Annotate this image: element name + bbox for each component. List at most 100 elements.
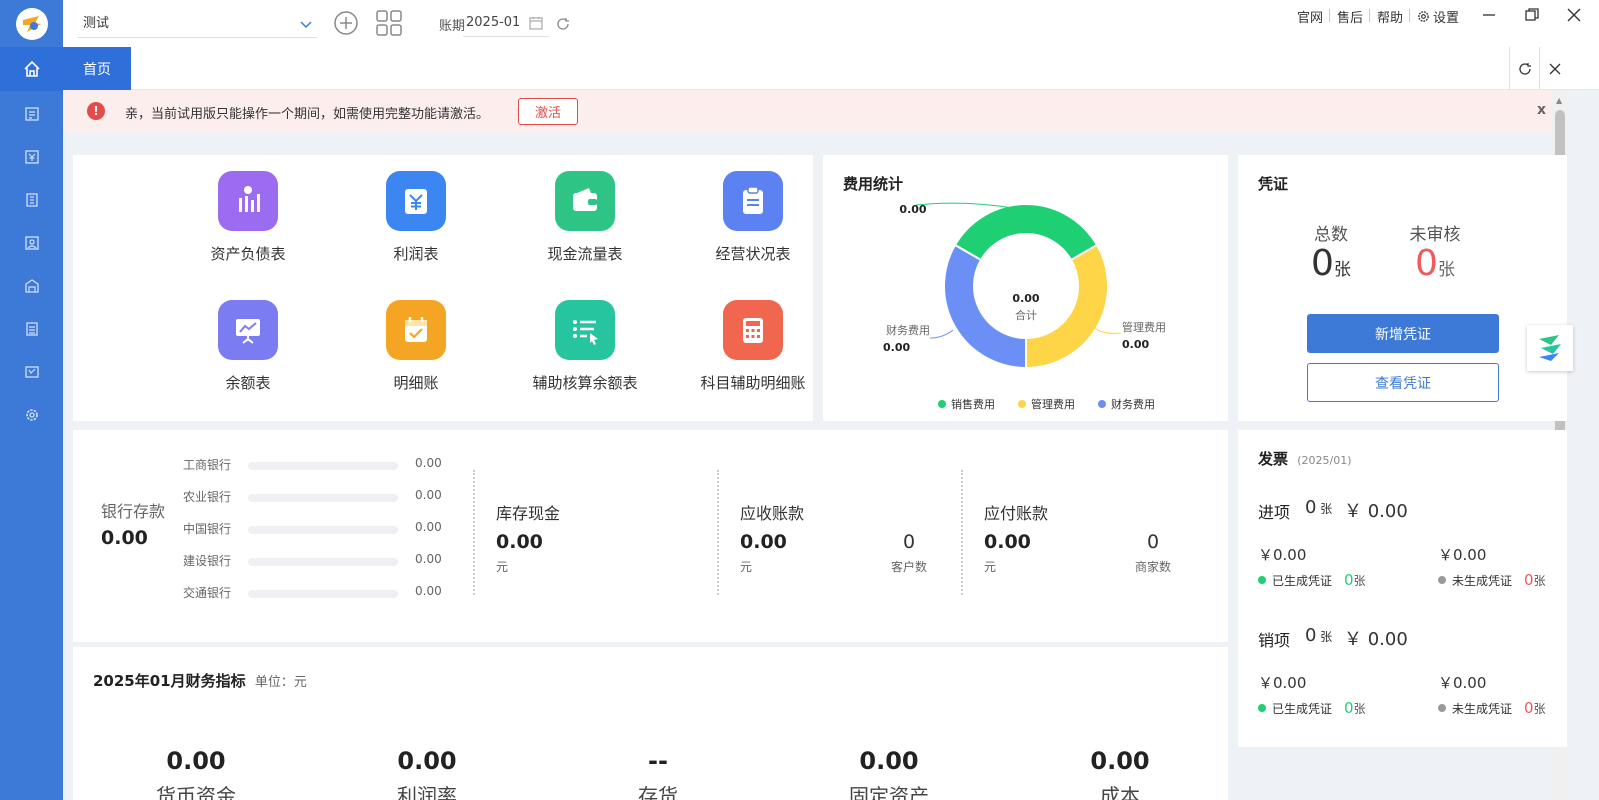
sidebar-item-payroll[interactable] <box>0 221 63 265</box>
output-generated-status: 已生成凭证 0张 <box>1258 699 1366 717</box>
output-invoice-amount: ￥ 0.00 <box>1344 629 1408 650</box>
sidebar-item-home[interactable] <box>0 47 63 91</box>
bank-deposit-label: 银行存款 <box>101 502 166 521</box>
indicator-value: -- <box>648 747 668 775</box>
indicator-item: 0.00 利润率 <box>327 747 527 800</box>
calendar-check-icon <box>386 300 446 360</box>
leader-line-sales <box>915 202 1014 209</box>
link-help[interactable]: 帮助 <box>1377 7 1403 26</box>
status-dot <box>1438 576 1446 584</box>
bank-value: 0.00 <box>415 584 442 598</box>
top-bar: 测试 账期 2025-01 官网 售后 帮助 设置 <box>63 0 1599 47</box>
report-operation-status[interactable]: 经营状况表 <box>678 171 828 264</box>
merchant-count: 0 <box>1146 531 1160 553</box>
link-separator <box>1369 9 1370 22</box>
scroll-up-icon[interactable]: ▲ <box>1556 96 1562 105</box>
voucher-panel: 凭证 总数 0张 未审核 0张 新增凭证 查看凭证 <box>1238 155 1567 421</box>
close-tab-button[interactable] <box>1539 47 1569 90</box>
output-pending-amount: ￥0.00 <box>1438 674 1487 692</box>
legend-label-sales[interactable]: 销售费用 <box>951 397 995 411</box>
indicator-value: 0.00 <box>397 747 457 775</box>
report-income-statement[interactable]: 利润表 <box>341 171 491 264</box>
legend-swatch-admin <box>1018 400 1026 408</box>
bank-name: 工商银行 <box>183 458 232 472</box>
input-generated-amount: ￥0.00 <box>1258 546 1307 564</box>
slice-name-finance: 财务费用 <box>886 323 930 337</box>
settings-label: 设置 <box>1433 11 1460 26</box>
report-aux-detail[interactable]: 科目辅助明细账 <box>678 300 828 393</box>
period-label: 账期 <box>439 19 466 34</box>
report-aux-balance[interactable]: 辅助核算余额表 <box>510 300 660 393</box>
bank-name: 中国银行 <box>183 522 232 536</box>
report-cash-flow[interactable]: 现金流量表 <box>510 171 660 264</box>
donut-center-value: 0.00 <box>1012 292 1039 305</box>
donut-slice-2[interactable] <box>1025 243 1109 370</box>
bank-name: 交通银行 <box>183 586 232 600</box>
sidebar-item-reports[interactable] <box>0 307 63 351</box>
sidebar-item-inventory[interactable] <box>0 264 63 308</box>
input-pending-status: 未生成凭证 0张 <box>1438 571 1546 589</box>
yen-icon <box>24 150 39 164</box>
sidebar-item-tax[interactable] <box>0 350 63 394</box>
restore-icon <box>1525 8 1539 21</box>
sidebar-item-assets[interactable] <box>0 178 63 222</box>
close-icon <box>1567 8 1581 22</box>
tab-home[interactable]: 首页 <box>63 47 131 90</box>
expense-stats-panel: 费用统计 0.00 管理费用 0.00 财务费用 0.00 0.00 合计 销售… <box>823 155 1228 421</box>
payable-title: 应付账款 <box>984 504 1049 523</box>
period-picker[interactable]: 2025-01 <box>463 9 549 37</box>
bank-value: 0.00 <box>415 520 442 534</box>
assistant-logo-icon <box>1539 335 1561 361</box>
invoice-period: (2025/01) <box>1297 454 1352 467</box>
sidebar-item-finance[interactable] <box>0 135 63 179</box>
report-label: 辅助核算余额表 <box>532 374 638 392</box>
bank-row: 交通银行 0.00 <box>183 584 443 604</box>
legend-label-admin[interactable]: 管理费用 <box>1031 397 1075 411</box>
donut-slice-1[interactable] <box>953 203 1099 262</box>
link-settings[interactable]: 设置 <box>1417 7 1459 26</box>
sidebar-item-settings[interactable] <box>0 393 63 437</box>
input-generated-status: 已生成凭证 0张 <box>1258 571 1366 589</box>
add-voucher-button[interactable]: 新增凭证 <box>1307 314 1499 353</box>
receivable-value: 0.00 <box>740 531 787 553</box>
account-select[interactable]: 测试 <box>77 10 317 38</box>
refresh-tab-button[interactable] <box>1509 47 1539 90</box>
link-after-sales[interactable]: 售后 <box>1337 7 1363 26</box>
minimize-button[interactable] <box>1480 6 1498 24</box>
report-balance-sheet[interactable]: 资产负债表 <box>173 171 323 264</box>
indicator-value: 0.00 <box>1090 747 1150 775</box>
reports-panel: 资产负债表 利润表 现金流量表 经营状况表 余额表 明细账 辅助核算余额表 科目… <box>73 155 813 421</box>
customer-count-label: 客户数 <box>890 560 927 574</box>
link-official-site[interactable]: 官网 <box>1297 7 1323 26</box>
donut-slice-3[interactable] <box>943 243 1027 370</box>
close-notice-button[interactable]: x <box>1537 102 1546 118</box>
report-label: 科目辅助明细账 <box>700 374 806 392</box>
gear-icon <box>25 409 38 421</box>
voucher-pending-value: 0张 <box>1415 243 1455 284</box>
trial-notice: ! 亲，当前试用版只能操作一个期间，如需使用完整功能请激活。 激活 x <box>63 90 1552 132</box>
restore-button[interactable] <box>1523 6 1541 24</box>
sidebar-item-voucher[interactable] <box>0 92 63 136</box>
report-ledger[interactable]: 明细账 <box>341 300 491 393</box>
floating-assistant-button[interactable] <box>1527 325 1573 371</box>
period-value: 2025-01 <box>466 15 521 30</box>
status-dot <box>1258 576 1266 584</box>
close-window-button[interactable] <box>1565 6 1583 24</box>
account-name: 测试 <box>83 16 110 31</box>
report-balance[interactable]: 余额表 <box>173 300 323 393</box>
payable-value: 0.00 <box>984 531 1031 553</box>
financial-indicators-panel: 2025年01月财务指标 单位：元 0.00 货币资金 0.00 利润率 -- … <box>73 647 1228 800</box>
logo-icon <box>20 12 44 36</box>
view-voucher-button[interactable]: 查看凭证 <box>1307 363 1499 402</box>
activate-button[interactable]: 激活 <box>518 98 578 125</box>
bank-value: 0.00 <box>415 456 442 470</box>
refresh-period-button[interactable] <box>556 17 570 35</box>
bank-row: 建设银行 0.00 <box>183 552 443 572</box>
app-logo[interactable] <box>16 8 48 40</box>
apps-grid-button[interactable] <box>376 10 402 40</box>
bank-progress-bar <box>248 590 398 598</box>
add-account-button[interactable] <box>333 10 359 40</box>
legend-label-finance[interactable]: 财务费用 <box>1111 397 1155 411</box>
status-dot <box>1258 704 1266 712</box>
report-label: 明细账 <box>393 374 439 392</box>
